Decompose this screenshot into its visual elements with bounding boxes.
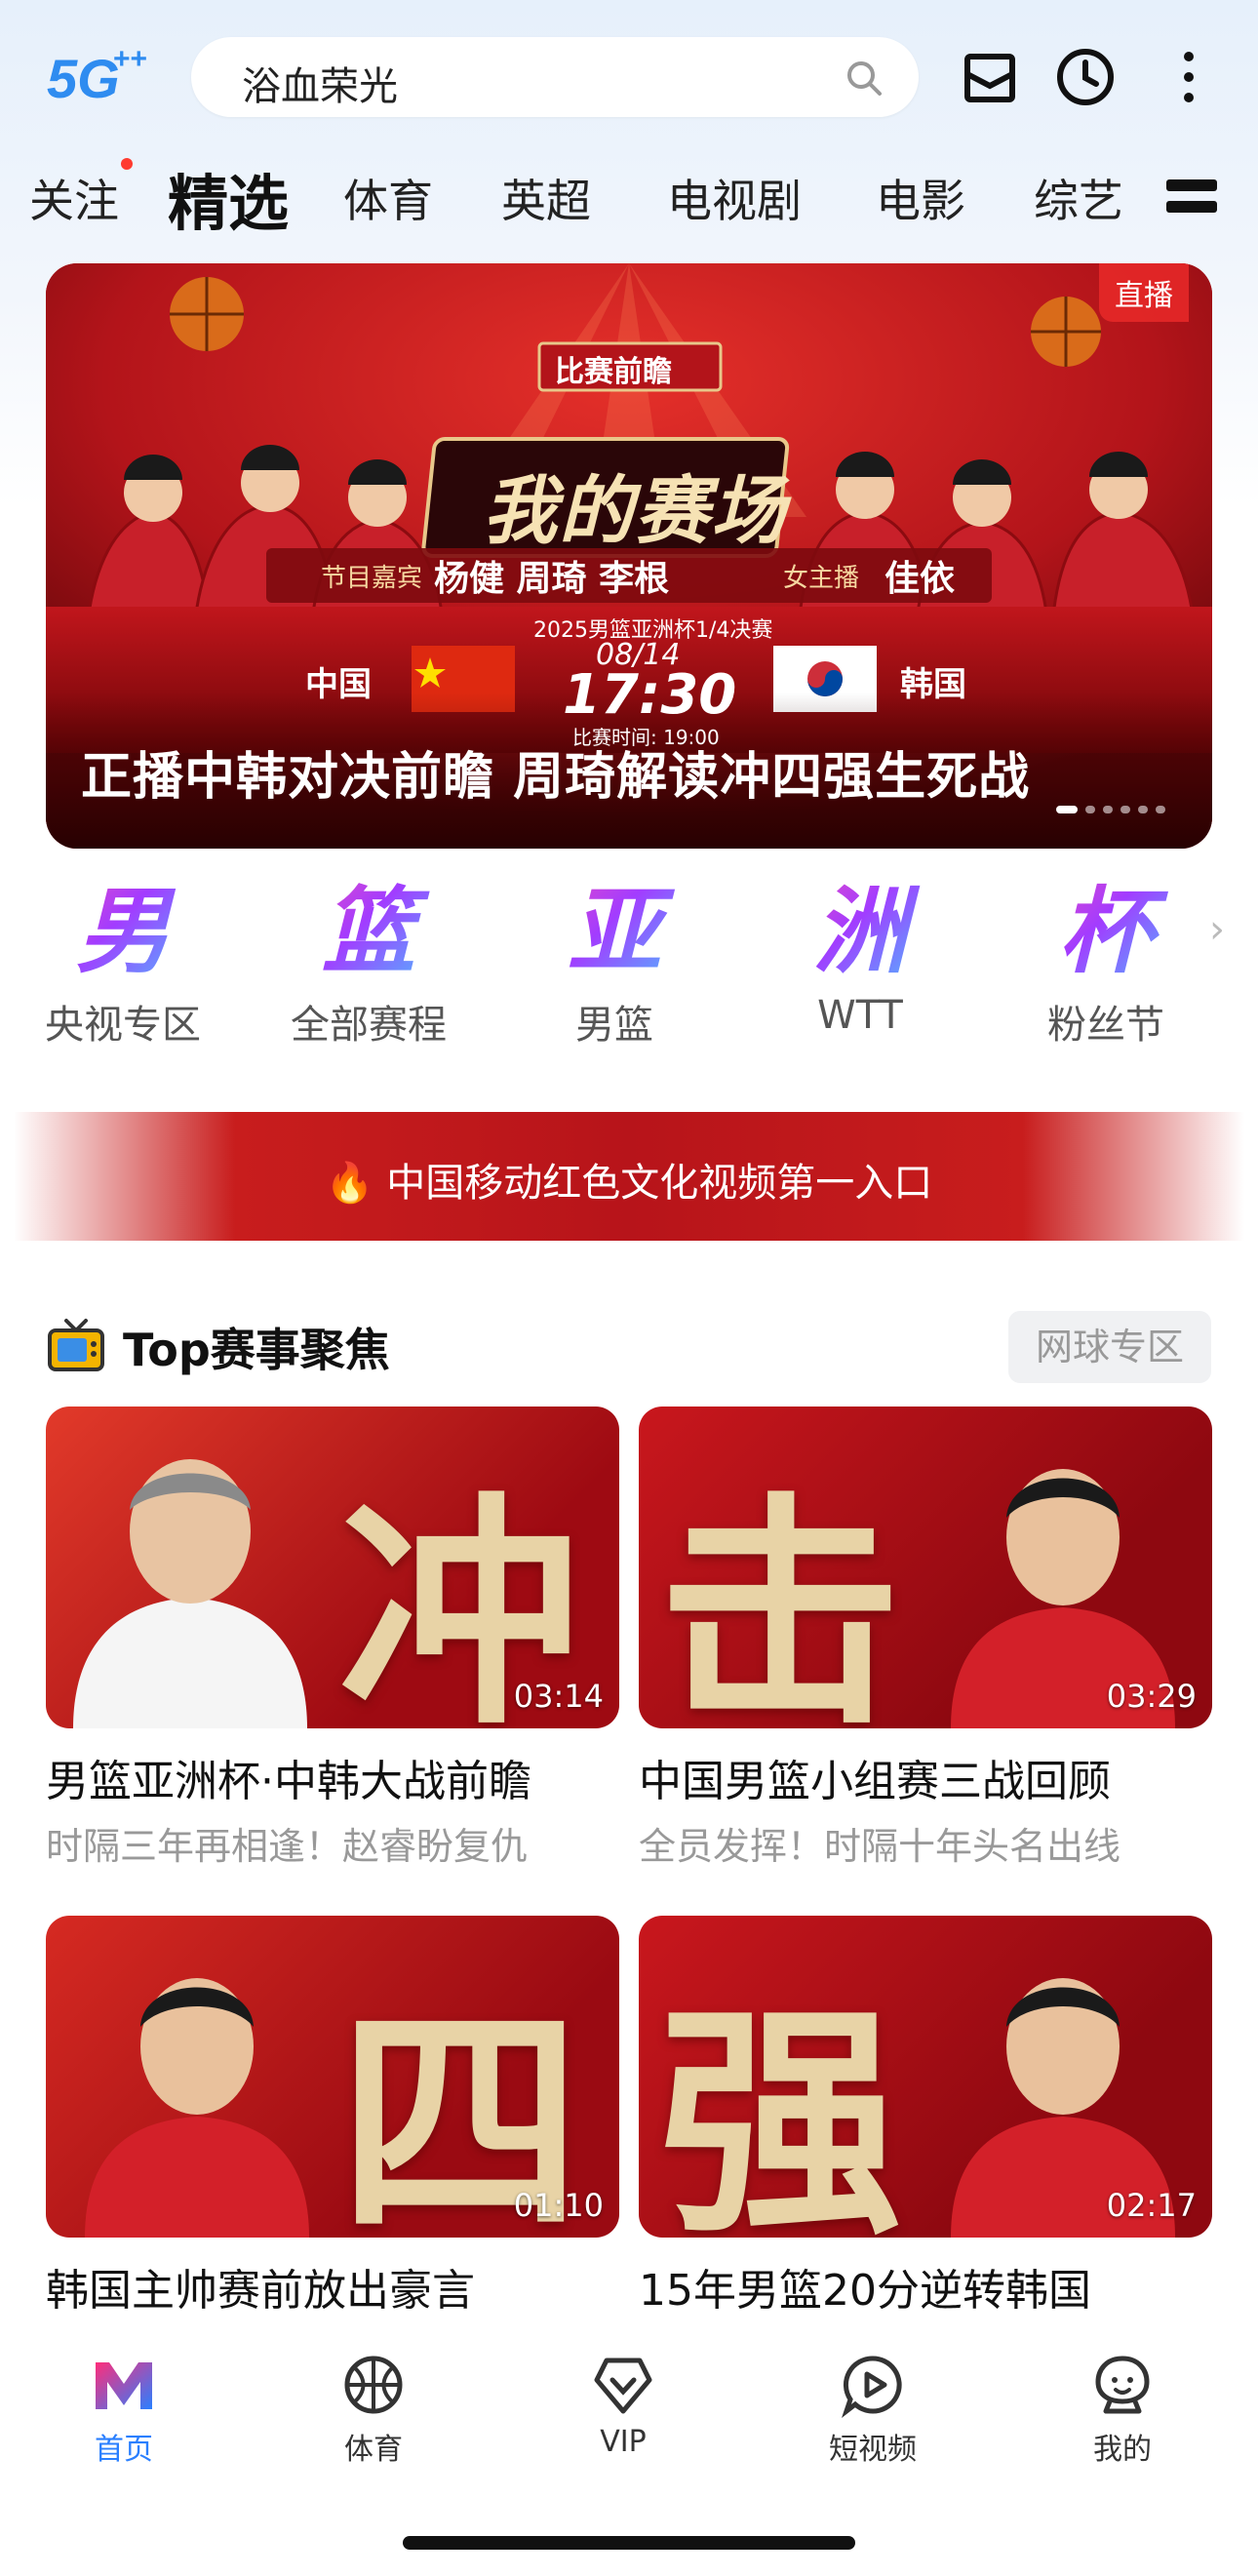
history-clock-icon[interactable] — [1051, 43, 1120, 111]
host-label: 女主播 — [783, 564, 860, 593]
pagination-dot — [1085, 806, 1095, 813]
tennis-zone-button[interactable]: 网球专区 — [1008, 1311, 1211, 1383]
quick-entry-mens-basketball[interactable]: 亚 男篮 — [517, 878, 712, 1053]
pagination-dot — [1138, 806, 1148, 813]
video-duration: 03:14 — [513, 1678, 604, 1715]
tab-tv-series[interactable]: 电视剧 — [667, 166, 802, 230]
message-box-icon[interactable] — [956, 43, 1024, 111]
show-tag: 比赛前瞻 — [555, 355, 672, 389]
show-name: 我的赛场 — [483, 467, 787, 554]
quick-entry-wtt[interactable]: 洲 WTT — [763, 878, 958, 1053]
search-input[interactable]: 浴血荣光 — [191, 37, 919, 117]
quick-entry-glyph: 杯 — [1008, 878, 1203, 985]
player-photo — [85, 1978, 309, 2238]
quick-entry-glyph: 男 — [25, 878, 220, 985]
tab-movies[interactable]: 电影 — [876, 166, 965, 230]
video-title: 中国男篮小组赛三战回顾 — [639, 1757, 1111, 1806]
vip-diamond-icon — [594, 2358, 652, 2414]
quick-entry-label: 男篮 — [575, 1003, 653, 1048]
nav-vip[interactable]: VIP — [550, 2351, 696, 2459]
video-duration: 03:29 — [1106, 1678, 1197, 1715]
more-vertical-icon[interactable] — [1155, 43, 1223, 111]
flame-icon: 🔥 — [325, 1161, 374, 1206]
home-logo-icon — [96, 2362, 152, 2409]
guests-names: 杨健 周琦 李根 — [434, 559, 670, 599]
tab-premier-league[interactable]: 英超 — [501, 166, 591, 230]
tab-follow[interactable]: 关注 — [29, 166, 119, 230]
pagination-dot-active — [1056, 806, 1078, 813]
network-badge-plus: ++ — [113, 43, 147, 75]
video-card[interactable]: 四 01:10 韩国主帅赛前放出豪言 — [46, 1916, 619, 2318]
quick-entry-all-schedule[interactable]: 篮 全部赛程 — [271, 878, 466, 1053]
nav-profile[interactable]: 我的 — [1049, 2351, 1196, 2468]
tab-follow-notification-dot — [121, 158, 133, 170]
pagination-dot — [1120, 806, 1130, 813]
tab-featured[interactable]: 精选 — [168, 154, 289, 242]
tab-menu-icon[interactable] — [1166, 176, 1217, 217]
quick-entry-glyph: 亚 — [517, 878, 712, 985]
team-away: 韩国 — [900, 665, 966, 704]
video-duration: 02:17 — [1106, 2187, 1197, 2224]
quick-entry-label: WTT — [817, 993, 903, 1038]
thumbnail-big-char: 击 — [658, 1470, 902, 1728]
live-badge: 直播 — [1099, 263, 1189, 322]
video-thumbnail: 冲 03:14 — [46, 1407, 619, 1728]
play-bubble-icon — [842, 2356, 902, 2419]
basketball-icon — [344, 2356, 403, 2414]
search-icon — [847, 61, 882, 96]
tv-icon — [48, 1319, 104, 1371]
promo-text: 中国移动红色文化视频第一入口 — [386, 1161, 933, 1206]
promo-banner[interactable]: 🔥 中国移动红色文化视频第一入口 — [14, 1112, 1244, 1241]
5g-logo: 5G ++ — [47, 39, 154, 117]
video-title: 15年男篮20分逆转韩国 — [639, 2266, 1091, 2316]
video-card[interactable]: 冲 03:14 男篮亚洲杯·中韩大战前瞻 时隔三年再相逢！赵睿盼复仇 — [46, 1407, 619, 1870]
quick-entry-fan-festival[interactable]: 杯 粉丝节 — [1008, 878, 1203, 1053]
network-badge: 5G — [47, 48, 120, 109]
section-title: Top赛事聚焦 — [123, 1324, 390, 1376]
chevron-right-icon[interactable]: › — [1209, 907, 1225, 952]
category-tabs: 关注 精选 体育 英超 电视剧 电影 综艺 — [0, 146, 1258, 244]
nav-label: 短视频 — [829, 2433, 917, 2467]
nav-label: 我的 — [1093, 2433, 1152, 2467]
nav-label: 体育 — [344, 2433, 403, 2467]
search-query: 浴血荣光 — [242, 64, 398, 109]
video-title: 男篮亚洲杯·中韩大战前瞻 — [46, 1757, 531, 1806]
quick-entry-glyph: 篮 — [271, 878, 466, 985]
tab-sports[interactable]: 体育 — [343, 166, 433, 230]
coach-photo — [73, 1459, 307, 1728]
video-duration: 01:10 — [513, 2187, 604, 2224]
thumbnail-big-char: 强 — [658, 1979, 902, 2238]
match-start: 17:30 — [563, 663, 737, 727]
guests-label: 节目嘉宾 — [321, 564, 423, 593]
video-card[interactable]: 击 03:29 中国男篮小组赛三战回顾 全员发挥！时隔十年头名出线 — [639, 1407, 1212, 1870]
video-title: 韩国主帅赛前放出豪言 — [46, 2266, 475, 2316]
team-home: 中国 — [305, 665, 372, 704]
nav-label: 首页 — [95, 2433, 153, 2467]
quick-entry-glyph: 洲 — [763, 878, 958, 985]
nav-home[interactable]: 首页 — [51, 2351, 197, 2468]
video-thumbnail: 击 03:29 — [639, 1407, 1212, 1728]
quick-entry-label: 央视专区 — [45, 1003, 201, 1048]
home-indicator[interactable] — [403, 2536, 855, 2550]
quick-entry-label: 全部赛程 — [291, 1003, 447, 1048]
tab-variety[interactable]: 综艺 — [1034, 166, 1123, 230]
quick-entry-cctv-zone[interactable]: 男 央视专区 — [25, 878, 220, 1053]
video-card[interactable]: 强 02:17 15年男篮20分逆转韩国 — [639, 1916, 1212, 2318]
promo-line: 🔥 中国移动红色文化视频第一入口 — [14, 1151, 1244, 1208]
pagination-dot — [1103, 806, 1113, 813]
banner-caption: 正播中韩对决前瞻 周琦解读冲四强生死战 — [81, 748, 1031, 807]
nav-short-video[interactable]: 短视频 — [800, 2351, 946, 2468]
quick-entry-label: 粉丝节 — [1047, 1003, 1164, 1048]
host-name: 佳依 — [885, 559, 956, 599]
pagination-dot — [1156, 806, 1165, 813]
profile-icon — [1095, 2356, 1150, 2414]
hero-banner[interactable]: 直播 比赛前瞻 我的赛场 节目嘉宾 杨健 周琦 李根 女主播 佳依 2025男篮… — [46, 263, 1212, 849]
nav-sports[interactable]: 体育 — [300, 2351, 447, 2468]
video-subtitle: 全员发挥！时隔十年头名出线 — [639, 1825, 1121, 1868]
video-thumbnail: 四 01:10 — [46, 1916, 619, 2238]
nav-label: VIP — [600, 2425, 647, 2459]
video-subtitle: 时隔三年再相逢！赵睿盼复仇 — [46, 1825, 529, 1868]
video-thumbnail: 强 02:17 — [639, 1916, 1212, 2238]
